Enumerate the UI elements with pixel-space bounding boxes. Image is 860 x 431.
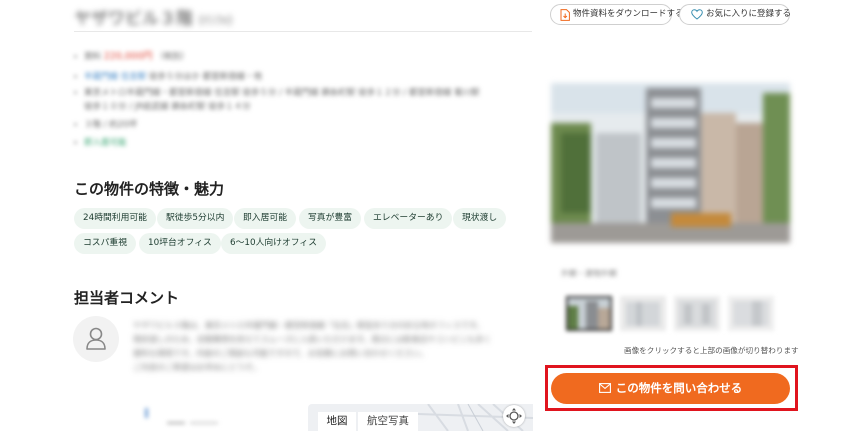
feature-tag[interactable]: 現状渡し bbox=[453, 208, 507, 229]
fullscreen-button[interactable] bbox=[503, 405, 525, 427]
price-label: 賃料 bbox=[84, 52, 102, 62]
person-icon bbox=[86, 327, 106, 350]
property-title-sub: (ｲﾝﾌｫ) bbox=[199, 13, 233, 27]
mail-icon bbox=[598, 383, 611, 393]
map-preview-left bbox=[145, 404, 225, 431]
price-suffix: （税別） bbox=[155, 52, 190, 62]
favorite-label: お気に入りに登録する bbox=[706, 9, 792, 19]
property-title-main: ヤザワビル３階 bbox=[74, 9, 193, 29]
thumbnail-hint: 画像をクリックすると上部の画像が切り替わります bbox=[624, 346, 799, 355]
agent-comment-line: 便利な環境です。内装のご相談も可能ですので、お気軽にお問い合わせください。 bbox=[133, 349, 428, 358]
avatar bbox=[73, 316, 119, 362]
feature-tag[interactable]: 駅徒歩5分以内 bbox=[157, 208, 234, 229]
status-text: 即入居可能 bbox=[84, 138, 127, 148]
map-tab-map[interactable]: 地図 bbox=[318, 412, 356, 431]
gallery-thumbnail[interactable] bbox=[566, 296, 612, 331]
detail-line-1: 東京メトロ半蔵門線・都営新宿線 住吉駅 徒歩５分 / 半蔵門線 錦糸町駅 徒歩１… bbox=[74, 86, 480, 98]
floor-text: ３階 / 約20坪 bbox=[84, 120, 138, 130]
download-label: 物件資料をダウンロードする bbox=[573, 9, 684, 19]
floor-line: ３階 / 約20坪 bbox=[74, 118, 137, 130]
access-line[interactable]: 半蔵門線 住吉駅 徒歩５分ほか 都営新宿線・他 bbox=[74, 70, 262, 82]
price-value: 220,000円 bbox=[103, 51, 153, 62]
feature-tag[interactable]: 写真が豊富 bbox=[299, 208, 361, 229]
feature-tag[interactable]: エレベーターあり bbox=[364, 208, 453, 229]
detail-line-2: 徒歩１０分 / JR総武線 錦糸町駅 徒歩１４分 bbox=[84, 100, 251, 112]
heart-icon bbox=[691, 9, 703, 20]
inquiry-button[interactable]: この物件を問い合わせる bbox=[551, 373, 790, 404]
map-tab-aerial[interactable]: 航空写真 bbox=[358, 412, 418, 431]
gallery-thumbnail[interactable] bbox=[674, 296, 720, 331]
feature-tag[interactable]: 即入居可能 bbox=[234, 208, 296, 229]
property-title: ヤザワビル３階 (ｲﾝﾌｫ) bbox=[74, 4, 232, 29]
feature-tag[interactable]: 24時間利用可能 bbox=[74, 208, 156, 229]
price-line: 賃料 220,000円 （税別） bbox=[74, 48, 189, 62]
photo-caption: 外観・建物外観 bbox=[561, 269, 617, 278]
agent-comment-line: 現状渡しのため、初期費用を抑えてスムーズに入居いただけます。周辺には飲食店やコン… bbox=[133, 335, 492, 344]
agent-comment-line: ヤザワビル３階は、東京メトロ半蔵門線・都営新宿線「住吉」駅徒歩５分の好立地オフィ… bbox=[133, 321, 485, 330]
gallery-thumbnail[interactable] bbox=[728, 296, 774, 331]
detail-text-2: 徒歩１０分 / JR総武線 錦糸町駅 徒歩１４分 bbox=[84, 102, 251, 112]
download-document-button[interactable]: 物件資料をダウンロードする bbox=[550, 4, 684, 25]
detail-text-1: 東京メトロ半蔵門線・都営新宿線 住吉駅 徒歩５分 / 半蔵門線 錦糸町駅 徒歩１… bbox=[84, 88, 480, 98]
features-heading: この物件の特徴・魅力 bbox=[74, 180, 225, 198]
access-station-link[interactable]: 半蔵門線 住吉駅 bbox=[84, 72, 146, 82]
agent-comment-heading: 担当者コメント bbox=[74, 289, 180, 307]
access-detail: 徒歩５分ほか 都営新宿線・他 bbox=[148, 72, 263, 82]
main-property-photo bbox=[551, 83, 790, 243]
inquiry-label: この物件を問い合わせる bbox=[615, 381, 743, 395]
feature-tag[interactable]: 6〜10人向けオフィス bbox=[221, 233, 326, 254]
favorite-button[interactable]: お気に入りに登録する bbox=[679, 4, 792, 25]
feature-tag[interactable]: コスパ重視 bbox=[74, 233, 136, 254]
status-line: 即入居可能 bbox=[74, 136, 127, 148]
document-download-icon bbox=[560, 9, 570, 21]
fullscreen-icon bbox=[506, 408, 522, 424]
title-divider bbox=[74, 31, 532, 32]
feature-tag[interactable]: 10坪台オフィス bbox=[139, 233, 221, 254]
agent-comment-line: ご内見のご希望はお早めにどうぞ。 bbox=[133, 363, 261, 372]
gallery-thumbnail[interactable] bbox=[620, 296, 666, 331]
